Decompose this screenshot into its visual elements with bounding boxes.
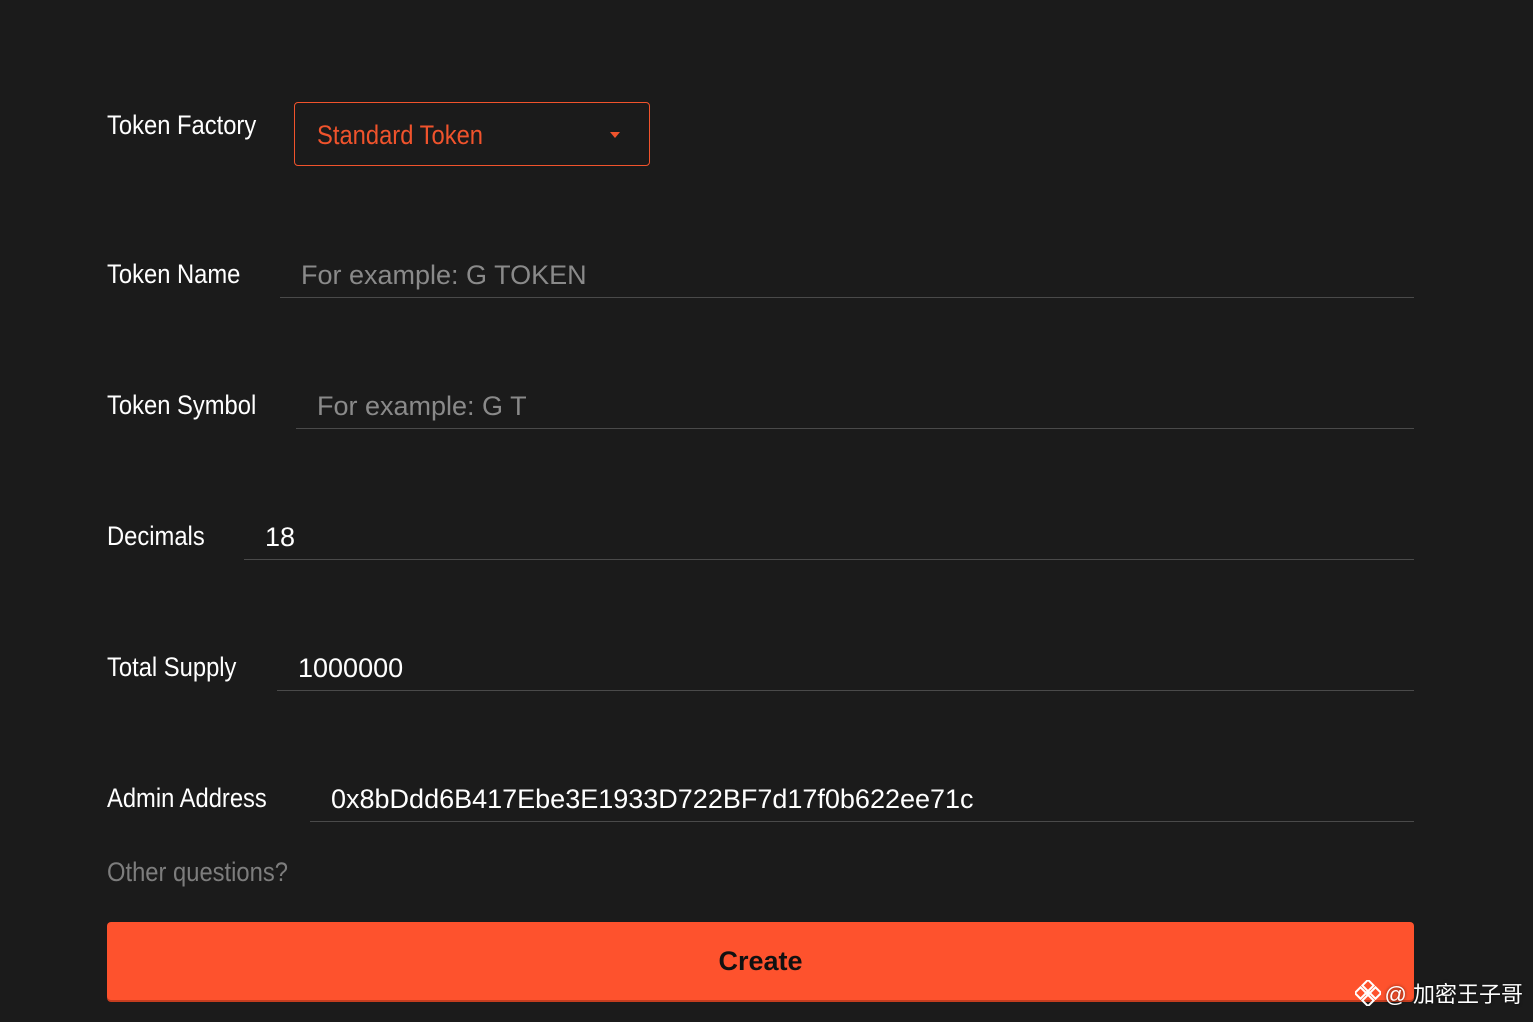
token-factory-select[interactable]: Standard Token bbox=[294, 102, 650, 166]
watermark: @ 加密王子哥 bbox=[1354, 977, 1523, 1009]
token-symbol-label: Token Symbol bbox=[107, 390, 257, 420]
create-button[interactable]: Create bbox=[107, 922, 1414, 1000]
token-factory-selected-value: Standard Token bbox=[317, 120, 484, 150]
token-symbol-field bbox=[296, 385, 1414, 429]
decimals-input[interactable] bbox=[244, 516, 1414, 559]
other-questions-link[interactable]: Other questions? bbox=[107, 857, 288, 888]
decimals-label: Decimals bbox=[107, 521, 205, 551]
admin-address-field bbox=[310, 778, 1414, 822]
binance-logo-icon bbox=[1354, 980, 1381, 1006]
total-supply-input[interactable] bbox=[277, 647, 1414, 690]
watermark-text: @ 加密王子哥 bbox=[1384, 982, 1523, 1007]
caret-down-icon bbox=[610, 132, 620, 138]
token-symbol-input[interactable] bbox=[296, 385, 1414, 428]
total-supply-field bbox=[277, 647, 1414, 691]
total-supply-label: Total Supply bbox=[107, 652, 237, 682]
admin-address-input[interactable] bbox=[310, 778, 1414, 821]
decimals-field bbox=[244, 516, 1414, 560]
token-name-label: Token Name bbox=[107, 259, 241, 289]
token-name-input[interactable] bbox=[280, 254, 1414, 297]
token-factory-label: Token Factory bbox=[107, 110, 257, 140]
token-name-field bbox=[280, 254, 1414, 298]
admin-address-label: Admin Address bbox=[107, 783, 267, 813]
token-factory-page: Token Factory Standard Token Token Name … bbox=[0, 0, 1533, 1022]
